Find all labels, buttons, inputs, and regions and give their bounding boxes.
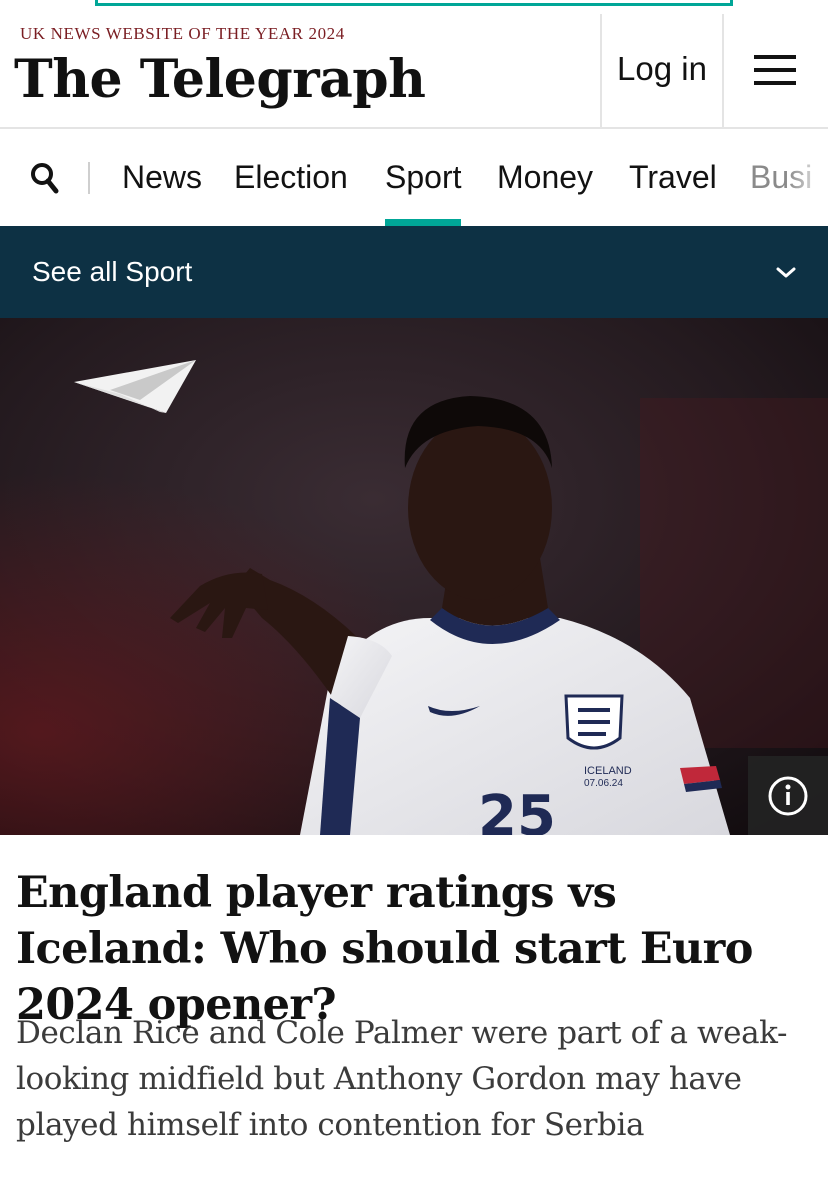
hero-photo: ICELAND 07.06.24 25 (0, 318, 828, 835)
hero-image[interactable]: ICELAND 07.06.24 25 (0, 318, 828, 835)
nav-item-election[interactable]: Election (234, 155, 348, 199)
telegraph-logo[interactable]: The Telegraph (14, 44, 426, 116)
nav-item-sport[interactable]: Sport (385, 155, 462, 226)
top-banner-strip (95, 0, 733, 6)
shirt-date: 07.06.24 (584, 778, 623, 789)
award-tagline: UK NEWS WEBSITE OF THE YEAR 2024 (20, 24, 345, 43)
see-all-label: See all Sport (32, 256, 193, 287)
article-headline[interactable]: England player ratings vs Iceland: Who s… (16, 865, 816, 1033)
nav-fade (788, 129, 828, 226)
nav-divider (88, 162, 90, 194)
page: UK NEWS WEBSITE OF THE YEAR 2024 The Tel… (0, 0, 828, 1187)
nav-item-news[interactable]: News (122, 155, 202, 199)
see-all-sport-bar[interactable]: See all Sport (0, 226, 828, 318)
section-nav: News Election Sport Money Travel Busi (0, 129, 828, 226)
site-header: UK NEWS WEBSITE OF THE YEAR 2024 The Tel… (0, 0, 828, 129)
search-icon[interactable] (30, 161, 60, 195)
login-button[interactable]: Log in (602, 44, 722, 94)
nav-item-travel[interactable]: Travel (629, 155, 717, 199)
info-icon (768, 776, 808, 816)
shirt-number: 25 (478, 784, 556, 835)
article-standfirst: Declan Rice and Cole Palmer were part of… (16, 1015, 788, 1143)
image-info-button[interactable] (748, 756, 828, 835)
shirt-text: ICELAND (584, 765, 632, 777)
header-divider (722, 14, 724, 129)
menu-icon[interactable] (754, 55, 796, 87)
nav-item-money[interactable]: Money (497, 155, 593, 199)
chevron-down-icon (776, 267, 796, 278)
